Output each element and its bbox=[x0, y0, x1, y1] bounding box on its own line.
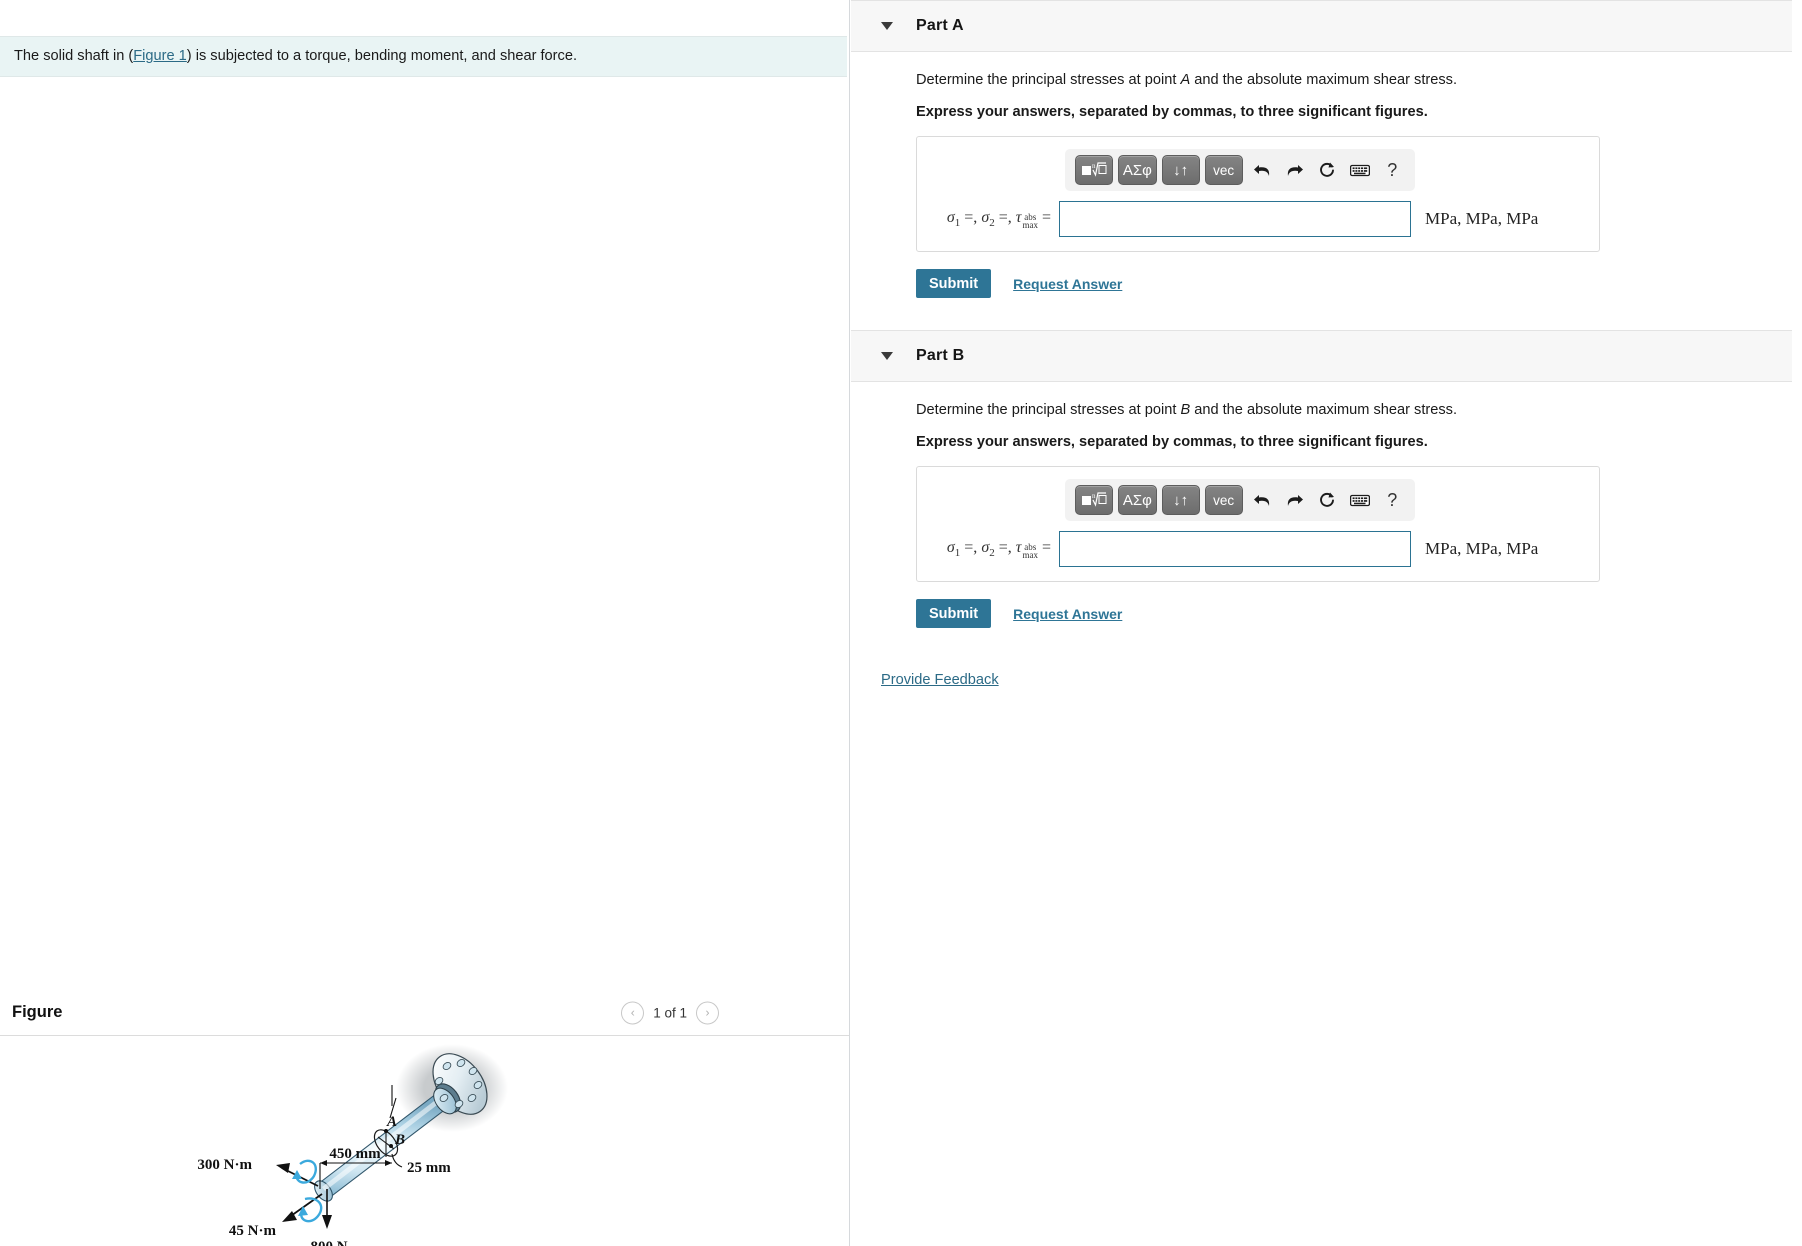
label-point-a: A bbox=[386, 1114, 397, 1130]
figure-prev-button[interactable]: ‹ bbox=[621, 1001, 645, 1024]
part-a-request-answer-link[interactable]: Request Answer bbox=[1013, 276, 1122, 292]
label-force: 800 N bbox=[310, 1239, 347, 1246]
template-sqrt-button[interactable]: n bbox=[1075, 155, 1113, 185]
part-b-submit-button[interactable]: Submit bbox=[916, 599, 992, 628]
part-a-instruction: Express your answers, separated by comma… bbox=[916, 104, 1428, 120]
torque-45 bbox=[282, 1193, 323, 1223]
updown-arrows-button[interactable]: ↓↑ bbox=[1161, 155, 1200, 185]
part-b-prompt-after: and the absolute maximum shear stress. bbox=[1190, 402, 1458, 418]
figure-1-link[interactable]: Figure 1 bbox=[133, 48, 187, 64]
redo-icon[interactable] bbox=[1282, 486, 1307, 514]
template-sqrt-button[interactable]: n bbox=[1075, 485, 1113, 515]
keyboard-icon[interactable] bbox=[1347, 156, 1372, 184]
part-a-answer-box: n ΑΣφ ↓↑ vec ? σ1 =, σ2 =, τ abs max = M… bbox=[916, 136, 1600, 252]
problem-text-after: ) is subjected to a torque, bending mome… bbox=[186, 48, 578, 65]
sqrt-template-icon: n bbox=[1082, 162, 1107, 177]
problem-statement: The solid shaft in (Figure 1) is subject… bbox=[0, 36, 847, 77]
keyboard-icon[interactable] bbox=[1347, 486, 1372, 514]
figure-section: Figure ‹ 1 of 1 › 300 N·m 45 N·m 450 mm … bbox=[0, 990, 849, 1246]
part-b-answer-row: σ1 =, σ2 =, τ abs max = MPa, MPa, MPa bbox=[931, 531, 1585, 567]
part-a-prompt-before: Determine the principal stresses at poin… bbox=[916, 72, 1181, 88]
svg-text:n: n bbox=[1092, 162, 1096, 170]
part-b-prompt-before: Determine the principal stresses at poin… bbox=[916, 402, 1181, 418]
part-a-prompt-point: A bbox=[1180, 72, 1191, 88]
provide-feedback-link[interactable]: Provide Feedback bbox=[881, 672, 999, 688]
left-panel: The solid shaft in (Figure 1) is subject… bbox=[0, 0, 850, 1246]
figure-pager: ‹ 1 of 1 › bbox=[621, 1001, 719, 1024]
part-b-header[interactable]: Part B bbox=[851, 330, 1792, 382]
greek-symbols-button[interactable]: ΑΣφ bbox=[1118, 485, 1157, 515]
undo-icon[interactable] bbox=[1250, 156, 1275, 184]
part-a-answer-row: σ1 =, σ2 =, τ abs max = MPa, MPa, MPa bbox=[931, 201, 1585, 237]
part-b-math-toolbar: n ΑΣφ ↓↑ vec ? bbox=[1065, 479, 1415, 521]
label-torque-bottom: 45 N·m bbox=[229, 1223, 277, 1239]
help-icon[interactable]: ? bbox=[1380, 486, 1405, 514]
updown-arrows-button[interactable]: ↓↑ bbox=[1161, 485, 1200, 515]
help-icon[interactable]: ? bbox=[1380, 156, 1405, 184]
vector-button[interactable]: vec bbox=[1204, 485, 1243, 515]
collapse-caret-icon[interactable] bbox=[881, 352, 893, 360]
figure-next-button[interactable]: › bbox=[696, 1001, 719, 1024]
problem-page: The solid shaft in (Figure 1) is subject… bbox=[0, 0, 1802, 1246]
part-b-section: Part B Determine the principal stresses … bbox=[851, 330, 1802, 628]
part-a-body: Determine the principal stresses at poin… bbox=[851, 72, 1802, 298]
torque-300 bbox=[276, 1159, 319, 1187]
part-a-section: Part A Determine the principal stresses … bbox=[851, 0, 1802, 298]
label-length: 450 mm bbox=[329, 1146, 381, 1162]
part-b-prompt: Determine the principal stresses at poin… bbox=[916, 402, 1802, 418]
part-a-header[interactable]: Part A bbox=[851, 0, 1792, 52]
part-b-body: Determine the principal stresses at poin… bbox=[851, 402, 1802, 628]
part-b-answer-input[interactable] bbox=[1059, 531, 1411, 567]
sqrt-template-icon: n bbox=[1082, 492, 1107, 507]
vector-button[interactable]: vec bbox=[1204, 155, 1243, 185]
part-b-answer-label: σ1 =, σ2 =, τ abs max = bbox=[946, 538, 1051, 561]
label-torque-top: 300 N·m bbox=[197, 1157, 252, 1173]
part-a-submit-button[interactable]: Submit bbox=[916, 269, 992, 298]
label-point-b: B bbox=[394, 1132, 405, 1148]
greek-symbols-button[interactable]: ΑΣφ bbox=[1118, 155, 1157, 185]
part-a-answer-label: σ1 =, σ2 =, τ abs max = bbox=[946, 208, 1051, 231]
figure-canvas[interactable]: 300 N·m 45 N·m 800 N 450 mm 25 mm A B bbox=[0, 1036, 849, 1246]
part-b-answer-box: n ΑΣφ ↓↑ vec ? σ1 =, σ2 =, τ abs max = M… bbox=[916, 466, 1600, 582]
part-a-answer-input[interactable] bbox=[1059, 201, 1411, 237]
figure-header: Figure ‹ 1 of 1 › bbox=[0, 990, 849, 1036]
redo-icon[interactable] bbox=[1282, 156, 1307, 184]
part-b-title: Part B bbox=[916, 347, 965, 364]
part-a-prompt: Determine the principal stresses at poin… bbox=[916, 72, 1802, 88]
part-a-math-toolbar: n ΑΣφ ↓↑ vec ? bbox=[1065, 149, 1415, 191]
part-a-title: Part A bbox=[916, 17, 964, 34]
undo-icon[interactable] bbox=[1250, 486, 1275, 514]
svg-text:n: n bbox=[1092, 492, 1096, 500]
problem-statement-text: The solid shaft in (Figure 1) is subject… bbox=[14, 46, 577, 66]
right-panel: Part A Determine the principal stresses … bbox=[851, 0, 1802, 1246]
problem-text-before: The solid shaft in ( bbox=[14, 48, 134, 65]
part-a-prompt-after: and the absolute maximum shear stress. bbox=[1190, 72, 1458, 88]
part-b-actions: Submit Request Answer bbox=[916, 599, 1802, 628]
part-a-actions: Submit Request Answer bbox=[916, 269, 1802, 298]
part-b-request-answer-link[interactable]: Request Answer bbox=[1013, 606, 1122, 622]
part-b-prompt-point: B bbox=[1180, 402, 1191, 418]
part-b-instruction: Express your answers, separated by comma… bbox=[916, 434, 1428, 450]
figure-page-label: 1 of 1 bbox=[653, 1005, 687, 1020]
collapse-caret-icon[interactable] bbox=[881, 22, 893, 30]
reset-icon[interactable] bbox=[1315, 486, 1340, 514]
shaft-diagram: 300 N·m 45 N·m 800 N 450 mm 25 mm A B bbox=[197, 1044, 508, 1246]
figure-title: Figure bbox=[12, 1003, 63, 1021]
label-diameter: 25 mm bbox=[407, 1160, 451, 1176]
reset-icon[interactable] bbox=[1315, 156, 1340, 184]
part-a-units: MPa, MPa, MPa bbox=[1425, 209, 1539, 228]
part-b-units: MPa, MPa, MPa bbox=[1425, 539, 1539, 558]
